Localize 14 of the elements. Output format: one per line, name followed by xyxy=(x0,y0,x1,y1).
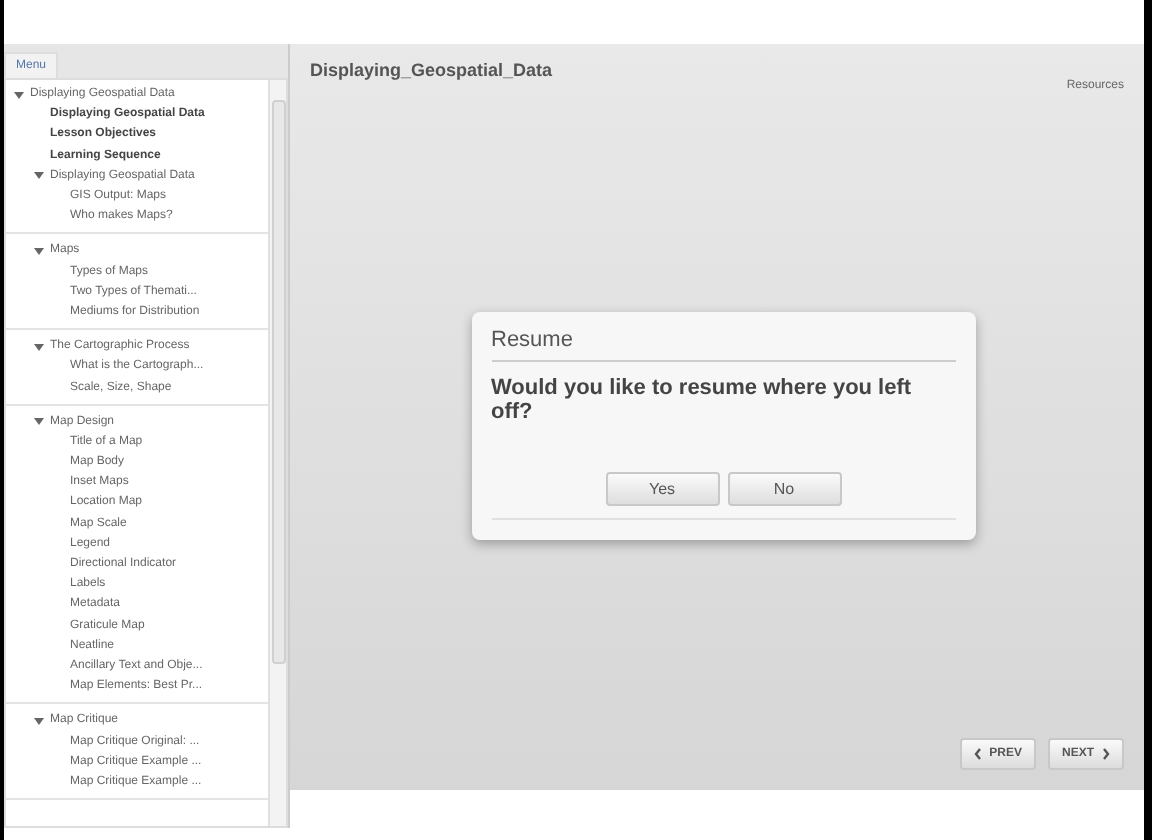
caret-icon[interactable] xyxy=(34,416,44,427)
page-title: Displaying_Geospatial_Data xyxy=(310,60,553,84)
caret-icon[interactable] xyxy=(34,341,44,352)
dialog-button[interactable]: No xyxy=(727,471,841,505)
caret-icon[interactable] xyxy=(34,715,44,726)
chevron-right-icon xyxy=(1102,748,1110,760)
caret-icon[interactable] xyxy=(14,89,24,100)
scrollbar[interactable] xyxy=(268,80,286,826)
chevron-left-icon xyxy=(973,748,982,760)
dialog-message: Would you like to resume where you left off? xyxy=(491,375,914,423)
dialog-title: Resume xyxy=(491,327,955,361)
dialog-button[interactable]: Yes xyxy=(605,471,719,505)
caret-icon[interactable] xyxy=(34,170,44,181)
caret-icon[interactable] xyxy=(34,245,44,256)
